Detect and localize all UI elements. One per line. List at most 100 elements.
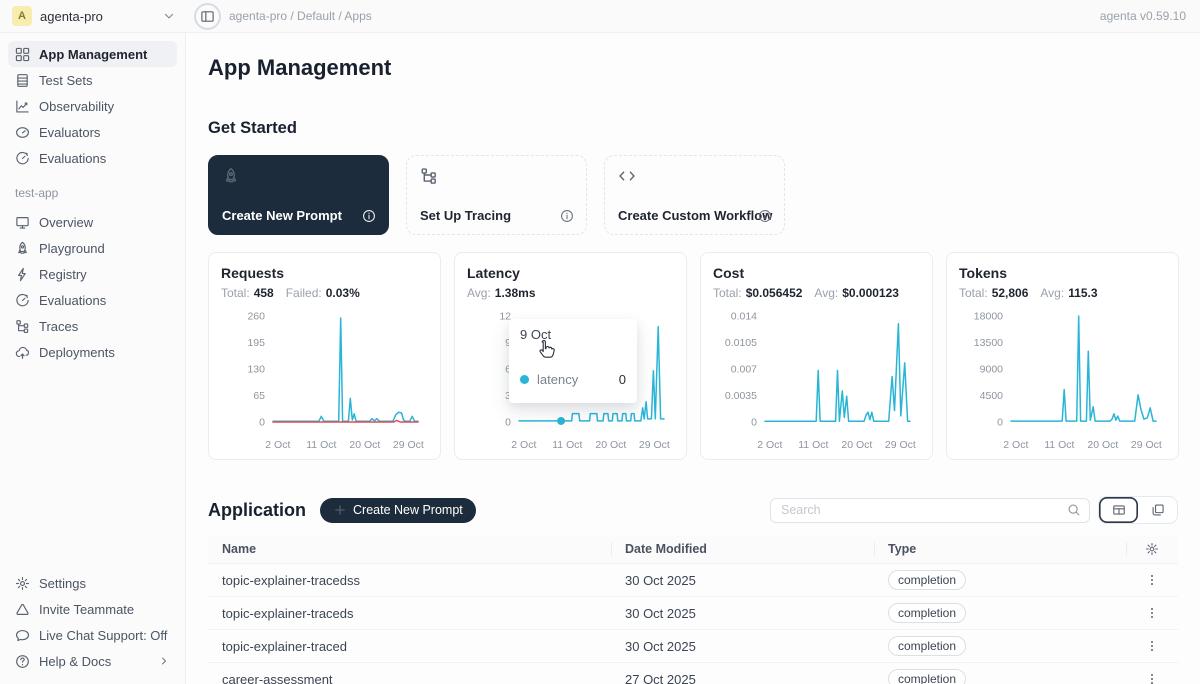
app-name: career-assessment bbox=[208, 672, 611, 684]
svg-text:195: 195 bbox=[247, 337, 265, 349]
sidebar-item-settings[interactable]: Settings bbox=[8, 570, 177, 596]
stat: Avg:115.3 bbox=[1040, 286, 1097, 300]
svg-text:9: 9 bbox=[505, 337, 511, 349]
sidebar-item-overview[interactable]: Overview bbox=[8, 209, 177, 235]
sidebar-footer-nav: SettingsInvite Teammate Live Chat Support… bbox=[8, 570, 177, 674]
top-bar: A agenta-pro agenta-pro / Default / Apps… bbox=[0, 0, 1200, 33]
svg-text:12: 12 bbox=[499, 311, 511, 323]
row-menu-button[interactable] bbox=[1145, 573, 1159, 587]
sidebar-item-label: App Management bbox=[39, 47, 147, 62]
row-menu-button[interactable] bbox=[1145, 639, 1159, 653]
sidebar-item-evaluations[interactable]: Evaluations bbox=[8, 287, 177, 313]
svg-text:18000: 18000 bbox=[974, 311, 1003, 323]
workspace-name: agenta-pro bbox=[40, 9, 154, 24]
evaluations-icon bbox=[15, 293, 30, 308]
svg-text:29 Oct: 29 Oct bbox=[1131, 439, 1162, 451]
app-version: agenta v0.59.10 bbox=[1100, 9, 1200, 23]
table-view-button[interactable] bbox=[1099, 497, 1138, 523]
column-header-date-modified[interactable]: Date Modified bbox=[611, 535, 874, 563]
rocket-icon bbox=[222, 167, 240, 185]
rocket-icon bbox=[15, 241, 30, 256]
cloud-icon bbox=[15, 345, 30, 360]
type-badge: completion bbox=[888, 669, 966, 684]
requests-chart[interactable]: 0651301952602 Oct11 Oct20 Oct29 Oct bbox=[221, 308, 430, 456]
sidebar-item-label: Overview bbox=[39, 215, 93, 230]
help-icon bbox=[15, 654, 30, 669]
sidebar-item-app-management[interactable]: App Management bbox=[8, 41, 177, 67]
sidebar-spacer bbox=[8, 365, 177, 570]
date-modified: 27 Oct 2025 bbox=[611, 672, 874, 684]
stat: Total:458 bbox=[221, 286, 274, 300]
sidebar: App ManagementTest SetsObservabilityEval… bbox=[0, 33, 186, 684]
svg-text:0: 0 bbox=[259, 417, 265, 429]
cost-chart[interactable]: 00.00350.0070.01050.0142 Oct11 Oct20 Oct… bbox=[713, 308, 922, 456]
svg-text:20 Oct: 20 Oct bbox=[349, 439, 380, 451]
svg-text:0: 0 bbox=[997, 417, 1003, 429]
sidebar-item-invite-teammate[interactable]: Invite Teammate bbox=[8, 596, 177, 622]
svg-text:2 Oct: 2 Oct bbox=[1003, 439, 1028, 451]
svg-text:11 Oct: 11 Oct bbox=[306, 439, 336, 451]
workspace-avatar: A bbox=[12, 6, 32, 26]
create-new-prompt-card[interactable]: Create New Prompt bbox=[208, 155, 389, 235]
sidebar-app-nav: Overview PlaygroundRegistryEvaluationsTra… bbox=[8, 209, 177, 365]
sidebar-item-label: Live Chat Support: Off bbox=[39, 628, 167, 643]
sidebar-item-deployments[interactable]: Deployments bbox=[8, 339, 177, 365]
svg-text:0.0035: 0.0035 bbox=[725, 390, 757, 402]
svg-text:4500: 4500 bbox=[980, 390, 1004, 402]
table-row[interactable]: career-assessment27 Oct 2025 completion bbox=[208, 663, 1178, 684]
search-box bbox=[770, 498, 1090, 523]
sidebar-item-help-docs[interactable]: Help & Docs bbox=[8, 648, 177, 674]
column-settings-gear-icon[interactable] bbox=[1145, 542, 1159, 556]
svg-text:0.0105: 0.0105 bbox=[725, 337, 757, 349]
tree-icon bbox=[15, 319, 30, 334]
table-row[interactable]: topic-explainer-traceds30 Oct 2025comple… bbox=[208, 597, 1178, 630]
tokens-chart[interactable]: 04500900013500180002 Oct11 Oct20 Oct29 O… bbox=[959, 308, 1168, 456]
stat: Total:$0.056452 bbox=[713, 286, 802, 300]
info-icon[interactable] bbox=[362, 209, 376, 223]
svg-text:29 Oct: 29 Oct bbox=[393, 439, 424, 451]
table-row[interactable]: topic-explainer-tracedss30 Oct 2025compl… bbox=[208, 564, 1178, 597]
svg-text:13500: 13500 bbox=[974, 337, 1003, 349]
tree-icon bbox=[420, 167, 438, 185]
table-header: NameDate ModifiedType bbox=[208, 535, 1178, 564]
search-input[interactable] bbox=[779, 502, 1067, 518]
svg-text:11 Oct: 11 Oct bbox=[552, 439, 582, 451]
create-custom-workflow-card[interactable]: Create Custom Workflow bbox=[604, 155, 785, 235]
sidebar-item-test-sets[interactable]: Test Sets bbox=[8, 67, 177, 93]
set-up-tracing-card[interactable]: Set Up Tracing bbox=[406, 155, 587, 235]
breadcrumb[interactable]: agenta-pro / Default / Apps bbox=[229, 9, 372, 23]
row-menu-button[interactable] bbox=[1145, 606, 1159, 620]
sidebar-item-evaluations[interactable]: Evaluations bbox=[8, 145, 177, 171]
sidebar-item-observability[interactable]: Observability bbox=[8, 93, 177, 119]
table-row[interactable]: topic-explainer-traced30 Oct 2025complet… bbox=[208, 630, 1178, 663]
info-icon[interactable] bbox=[560, 209, 574, 223]
svg-text:0.007: 0.007 bbox=[731, 364, 757, 376]
chart-card-requests: RequestsTotal:458Failed:0.03%06513019526… bbox=[208, 252, 441, 460]
chevron-right-icon bbox=[158, 655, 170, 667]
latency-chart[interactable]: 0369122 Oct11 Oct20 Oct29 Oct bbox=[467, 308, 676, 456]
sidebar-item-live-chat-support-off[interactable]: Live Chat Support: Off bbox=[8, 622, 177, 648]
app-type-cell: completion bbox=[874, 570, 1126, 590]
date-modified: 30 Oct 2025 bbox=[611, 639, 874, 654]
svg-text:2 Oct: 2 Oct bbox=[511, 439, 536, 451]
plus-icon bbox=[333, 503, 347, 517]
svg-text:65: 65 bbox=[253, 390, 265, 402]
sidebar-toggle-button[interactable] bbox=[194, 3, 221, 30]
application-header: Application Create New Prompt bbox=[208, 496, 1178, 524]
column-header-name[interactable]: Name bbox=[208, 535, 611, 563]
sidebar-item-traces[interactable]: Traces bbox=[8, 313, 177, 339]
create-new-prompt-button[interactable]: Create New Prompt bbox=[320, 498, 476, 523]
type-badge: completion bbox=[888, 603, 966, 623]
card-view-button[interactable] bbox=[1138, 497, 1177, 523]
search-icon bbox=[1067, 503, 1081, 517]
column-header-type[interactable]: Type bbox=[874, 535, 1126, 563]
info-icon[interactable] bbox=[758, 209, 772, 223]
row-actions-cell bbox=[1126, 606, 1178, 620]
workspace-selector[interactable]: A agenta-pro bbox=[0, 6, 186, 26]
svg-text:130: 130 bbox=[247, 364, 265, 376]
sidebar-item-evaluators[interactable]: Evaluators bbox=[8, 119, 177, 145]
svg-text:0: 0 bbox=[751, 417, 757, 429]
row-menu-button[interactable] bbox=[1145, 672, 1159, 684]
sidebar-item-playground[interactable]: Playground bbox=[8, 235, 177, 261]
sidebar-item-registry[interactable]: Registry bbox=[8, 261, 177, 287]
